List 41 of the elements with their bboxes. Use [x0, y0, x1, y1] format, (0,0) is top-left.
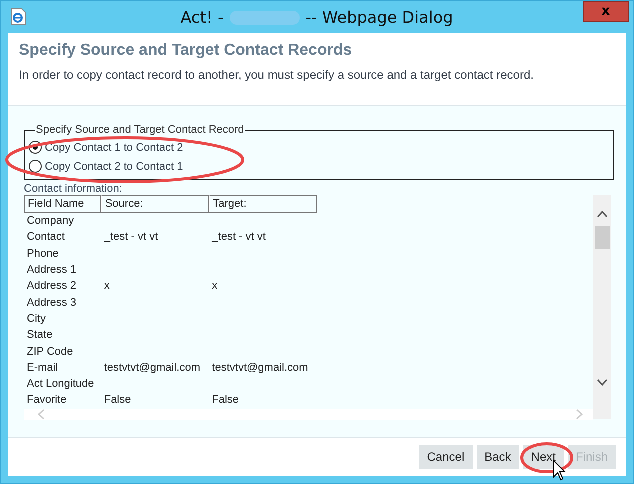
table-cell-text: State — [26, 328, 54, 344]
table-cell-text: False — [211, 393, 240, 408]
table-cell-text: Address 1 — [26, 263, 78, 278]
table-cell-text: testvtvt@gmail.com — [211, 360, 310, 376]
table-cell-text: Company — [26, 214, 76, 230]
radio-option[interactable]: Copy Contact 2 to Contact 1 — [29, 157, 607, 176]
redacted-text — [230, 10, 300, 24]
window-title: -- Webpage Dialog — [306, 8, 454, 27]
column-header[interactable]: Source: — [101, 195, 210, 213]
table-cell-text: Contact — [26, 230, 66, 246]
table-cell-text: ZIP Code — [26, 344, 74, 360]
group-legend: Specify Source and Target Contact Record — [35, 124, 246, 136]
table-cell-text: Phone — [26, 246, 60, 262]
dialog-heading: Specify Source and Target Contact Records — [19, 42, 354, 60]
table-cell-text: x — [211, 279, 219, 294]
dialog-description: In order to copy contact record to another, you must specify a source and a target contact record. — [19, 68, 535, 82]
table-cell-text: Act Longitude — [26, 377, 96, 392]
vertical-scrollbar[interactable] — [593, 195, 611, 419]
table-cell-text: _test - vt vt — [211, 230, 267, 246]
dialog-button[interactable]: Cancel — [419, 445, 473, 469]
annotation-ellipse — [520, 442, 574, 474]
radio-button[interactable] — [29, 160, 42, 173]
table-cell-text: x — [103, 279, 111, 294]
table-cell-text: City — [26, 312, 47, 327]
table-cell-text: _test - vt vt — [103, 230, 160, 246]
table-cell-text: False — [103, 393, 132, 408]
table-cell-text: testvtvt@gmail.com — [103, 360, 202, 376]
dialog-button[interactable]: Back — [476, 445, 520, 469]
table-cell-text: E-mail — [26, 360, 60, 376]
scroll-up-icon[interactable] — [596, 211, 608, 218]
column-header[interactable]: Target: — [209, 195, 317, 213]
window-title: Act! - — [180, 8, 224, 27]
close-button[interactable]: x — [583, 1, 629, 22]
column-header[interactable]: Field Name — [24, 195, 102, 213]
table-cell-text: Address 3 — [26, 296, 78, 311]
browser-icon — [11, 8, 27, 26]
scroll-down-icon[interactable] — [596, 379, 608, 386]
table-cell-text: Favorite — [26, 393, 68, 408]
scrollbar-thumb[interactable] — [594, 226, 610, 249]
section-label: Contact information: — [24, 183, 124, 195]
table-cell-text: Address 2 — [26, 279, 78, 294]
